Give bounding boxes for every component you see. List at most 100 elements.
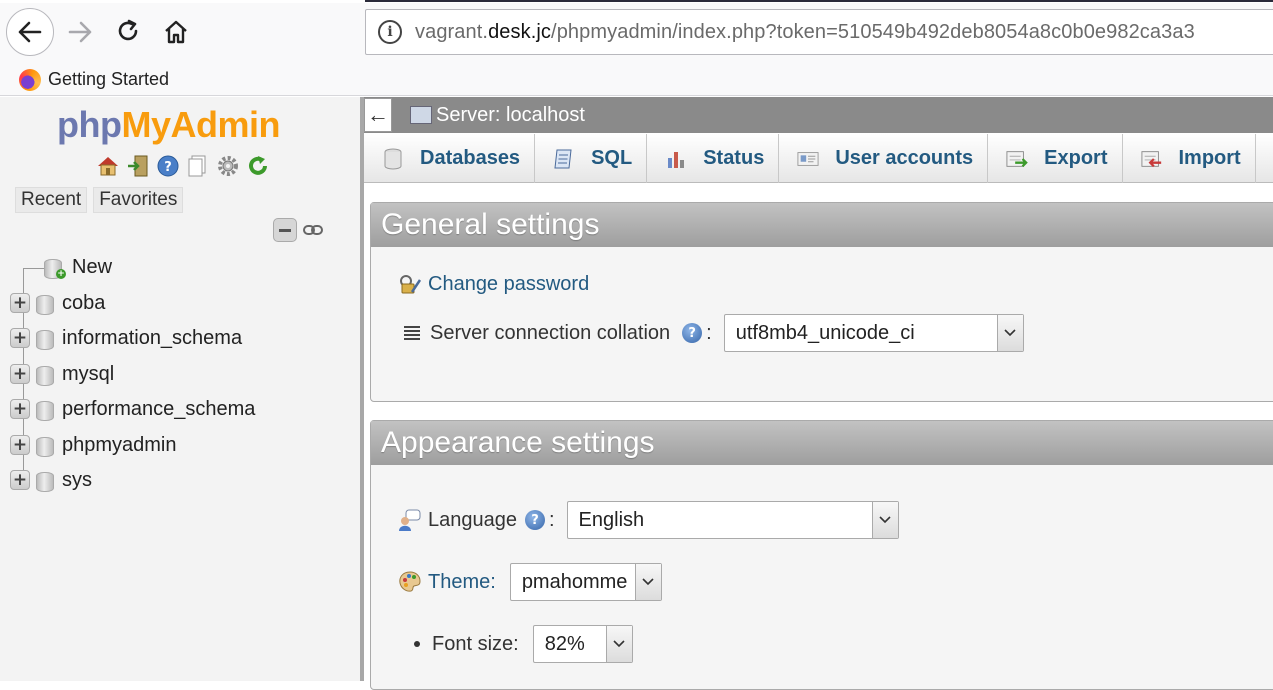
font-size-select[interactable]: 82% xyxy=(532,625,633,663)
tab-export[interactable]: Export xyxy=(988,134,1123,183)
database-icon xyxy=(36,293,54,315)
tree-item-label[interactable]: mysql xyxy=(62,363,114,386)
appearance-settings-title: Appearance settings xyxy=(371,421,1273,465)
tab-recent[interactable]: Recent xyxy=(15,187,88,213)
home-button[interactable] xyxy=(158,14,194,50)
expand-icon[interactable]: + xyxy=(10,399,30,419)
tree-item-label[interactable]: sys xyxy=(62,469,92,492)
palette-icon xyxy=(398,570,422,594)
reload-icon xyxy=(118,19,138,41)
expand-icon[interactable]: + xyxy=(10,470,30,490)
collapse-navigation-button[interactable]: ← xyxy=(364,98,392,132)
server-title[interactable]: Server: localhost xyxy=(436,104,585,127)
tab-label: Databases xyxy=(420,147,521,169)
tab-import[interactable]: Import xyxy=(1123,134,1256,183)
general-settings-title: General settings xyxy=(371,203,1273,247)
change-password-row: Change password xyxy=(398,272,589,296)
documentation-icon[interactable] xyxy=(186,154,210,178)
gear-icon[interactable] xyxy=(216,154,240,178)
refresh-icon[interactable] xyxy=(246,154,270,178)
database-icon xyxy=(36,435,54,457)
password-icon xyxy=(398,272,422,296)
user-card-icon xyxy=(797,148,819,170)
general-settings-panel: General settings xyxy=(370,202,1273,402)
chevron-down-icon xyxy=(871,502,898,538)
tree-item-information-schema[interactable]: + information_schema xyxy=(10,321,242,355)
bullet xyxy=(414,641,420,647)
tab-favorites[interactable]: Favorites xyxy=(93,187,184,213)
tab-label: SQL xyxy=(591,147,633,169)
back-button[interactable] xyxy=(6,8,54,56)
site-info-icon[interactable]: i xyxy=(378,20,402,44)
language-row: Language ? : English xyxy=(398,501,899,539)
list-icon xyxy=(400,321,424,345)
language-label: Language xyxy=(428,508,517,531)
tree-item-label[interactable]: performance_schema xyxy=(62,398,255,421)
tree-item-label[interactable]: information_schema xyxy=(62,327,242,350)
tab-label: User accounts xyxy=(835,147,974,169)
tree-item-sys[interactable]: + sys xyxy=(10,463,92,497)
change-password-link[interactable]: Change password xyxy=(428,273,589,296)
language-select[interactable]: English xyxy=(566,501,899,539)
font-size-row: Font size: 82% xyxy=(414,625,633,663)
expand-icon[interactable]: + xyxy=(10,293,30,313)
collation-select[interactable]: utf8mb4_unicode_ci xyxy=(723,314,1024,352)
database-icon xyxy=(36,470,54,492)
server-breadcrumb: ← Server: localhost xyxy=(364,97,1273,133)
tab-user-accounts[interactable]: User accounts xyxy=(779,134,989,183)
tree-item-label[interactable]: phpmyadmin xyxy=(62,434,177,457)
database-icon xyxy=(382,148,404,170)
status-chart-icon xyxy=(665,148,687,170)
tab-status[interactable]: Status xyxy=(647,134,780,183)
help-icon[interactable]: ? xyxy=(524,510,545,530)
panel-splitter[interactable] xyxy=(360,97,364,681)
url-text: vagrant.desk.jc/phpmyadmin/index.php?tok… xyxy=(415,20,1195,43)
bookmark-getting-started[interactable]: Getting Started xyxy=(48,69,169,90)
tab-more[interactable] xyxy=(1256,134,1273,183)
tree-item-new[interactable]: + New xyxy=(44,250,112,284)
tree-item-mysql[interactable]: + mysql xyxy=(10,357,114,391)
tree-item-label: New xyxy=(72,255,113,278)
expand-icon[interactable]: + xyxy=(10,364,30,384)
help-icon[interactable]: ? xyxy=(156,154,180,178)
colon-label: : xyxy=(706,321,712,344)
url-bar[interactable]: i vagrant.desk.jc/phpmyadmin/index.php?t… xyxy=(365,9,1273,55)
theme-link[interactable]: Theme: xyxy=(428,571,496,594)
help-icon[interactable]: ? xyxy=(682,323,703,343)
forward-arrow-icon xyxy=(68,21,92,43)
tree-item-performance-schema[interactable]: + performance_schema xyxy=(10,392,255,426)
tree-item-phpmyadmin[interactable]: + phpmyadmin xyxy=(10,428,177,462)
expand-icon[interactable]: + xyxy=(10,435,30,455)
expand-icon[interactable]: + xyxy=(10,328,30,348)
logout-icon[interactable] xyxy=(126,154,150,178)
tab-sql[interactable]: SQL xyxy=(535,134,648,183)
new-database-icon: + xyxy=(44,257,66,279)
tree-item-coba[interactable]: + coba xyxy=(10,286,105,320)
tab-databases[interactable]: Databases xyxy=(364,134,536,183)
tree-tools xyxy=(273,218,323,242)
sql-icon xyxy=(553,148,575,170)
theme-select[interactable]: pmahomme xyxy=(509,563,662,601)
window-top-edge xyxy=(0,0,1273,3)
link-with-main-icon[interactable] xyxy=(303,224,323,236)
firefox-icon xyxy=(19,68,41,91)
tree-branch xyxy=(23,268,45,269)
font-size-label: Font size: xyxy=(432,632,519,655)
chevron-down-icon xyxy=(996,315,1023,351)
collation-row: Server connection collation ? : utf8mb4_… xyxy=(400,314,1024,352)
server-icon xyxy=(410,106,432,124)
forward-button[interactable] xyxy=(62,14,98,50)
reload-button[interactable] xyxy=(110,14,146,50)
svg-text:?: ? xyxy=(164,160,172,175)
bookmarks-bar: Getting Started xyxy=(0,64,1273,96)
tab-label: Status xyxy=(703,147,765,169)
home-icon[interactable] xyxy=(96,154,120,178)
browser-toolbar: i vagrant.desk.jc/phpmyadmin/index.php?t… xyxy=(0,0,1273,64)
collapse-all-icon[interactable] xyxy=(273,218,297,242)
tab-label: Export xyxy=(1044,147,1108,169)
phpmyadmin-logo[interactable]: phpMyAdmin xyxy=(57,104,280,146)
export-icon xyxy=(1006,148,1028,170)
database-icon xyxy=(36,328,54,350)
database-icon xyxy=(36,364,54,386)
tree-item-label[interactable]: coba xyxy=(62,292,105,315)
